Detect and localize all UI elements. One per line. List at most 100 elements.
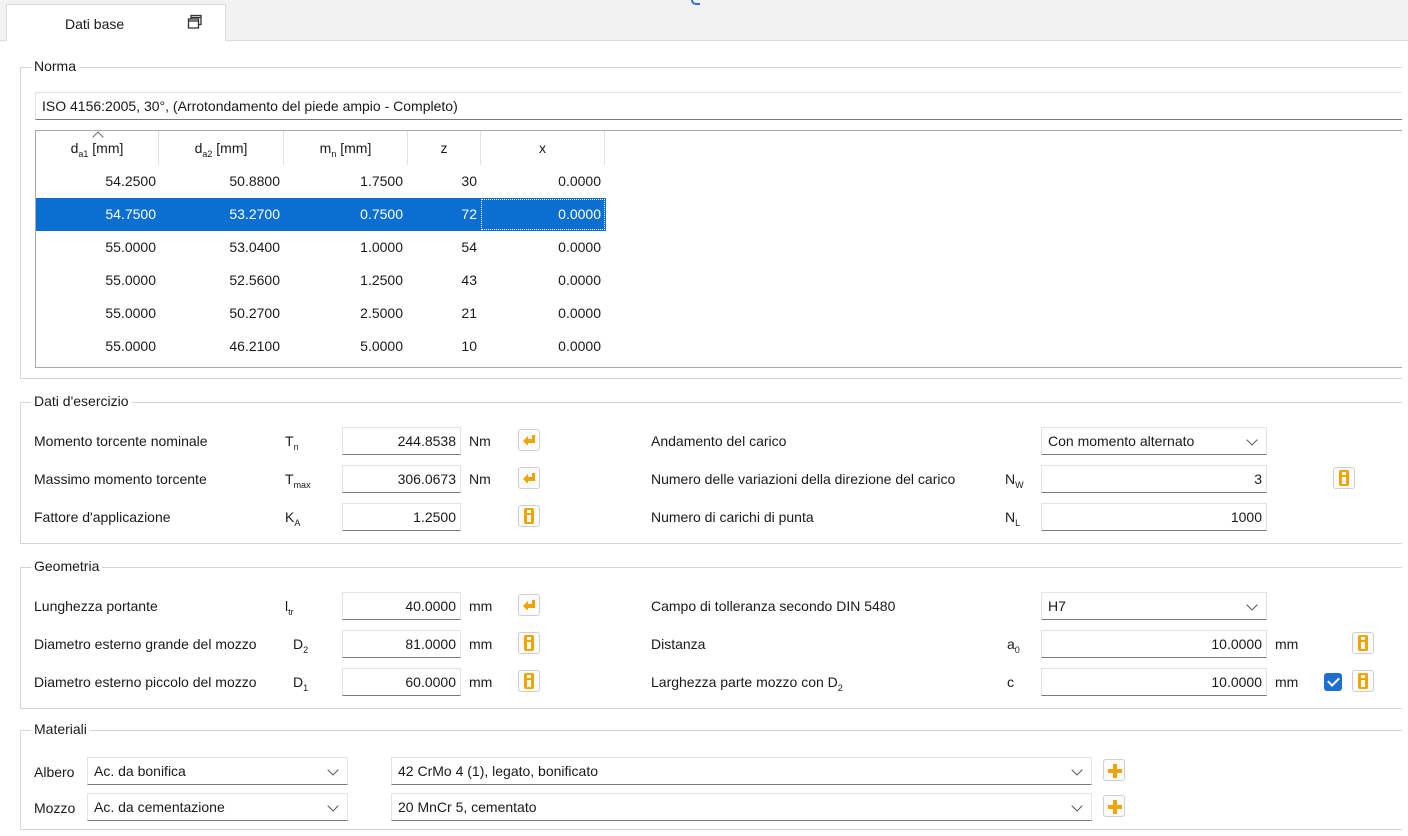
- shaft-add-material-button[interactable]: [1103, 759, 1125, 781]
- cell-mn: 1.7500: [360, 173, 403, 189]
- cell-da1: 55.0000: [105, 338, 156, 354]
- info-icon: [524, 673, 534, 689]
- cell-da2: 53.0400: [229, 239, 280, 255]
- torque-max-arrow-button[interactable]: [518, 467, 540, 489]
- cell-da2: 46.2100: [229, 338, 280, 354]
- bearing-length-arrow-button[interactable]: [518, 594, 540, 616]
- chevron-down-icon: [1246, 434, 1258, 446]
- table-row[interactable]: 55.0000 50.2700 2.5000 21 0.0000: [36, 297, 606, 330]
- geometria-group: Geometria Lunghezza portante ltr 40.0000…: [20, 558, 1402, 709]
- hub-material-select[interactable]: 20 MnCr 5, cementato: [391, 793, 1092, 821]
- bearing-length-field[interactable]: 40.0000: [342, 592, 461, 620]
- col-z-header[interactable]: z: [408, 131, 481, 165]
- hub-width-unit: mm: [1275, 674, 1299, 690]
- col-mn-header[interactable]: mn [mm]: [284, 131, 408, 165]
- hub-type-value: Ac. da cementazione: [94, 799, 225, 815]
- torque-nominal-arrow-button[interactable]: [518, 429, 540, 451]
- cell-mn: 1.0000: [360, 239, 403, 255]
- esercizio-title: Dati d'esercizio: [31, 393, 132, 409]
- cell-mn: 0.7500: [360, 206, 403, 222]
- chevron-down-icon: [327, 764, 339, 776]
- shaft-label: Albero: [34, 764, 75, 780]
- table-row[interactable]: 55.0000 53.0400 1.0000 54 0.0000: [36, 231, 606, 264]
- cell-x: 0.0000: [558, 305, 601, 321]
- standard-field[interactable]: ISO 4156:2005, 30°, (Arrotondamento del …: [35, 92, 1402, 120]
- table-header: da1 [mm] da2 [mm] mn [mm] z x: [36, 131, 606, 165]
- tab-bar: Dati base: [0, 0, 1408, 41]
- cell-da1: 55.0000: [105, 305, 156, 321]
- load-course-label: Andamento del carico: [651, 433, 787, 449]
- distance-unit: mm: [1275, 636, 1299, 652]
- col-x-header[interactable]: x: [481, 131, 605, 165]
- distance-info-button[interactable]: [1352, 632, 1374, 654]
- torque-max-symbol: Tmax: [285, 471, 311, 490]
- hub-d1-label: Diametro esterno piccolo del mozzo: [34, 674, 257, 690]
- standard-value: ISO 4156:2005, 30°, (Arrotondamento del …: [42, 98, 458, 114]
- bearing-length-label: Lunghezza portante: [34, 598, 158, 614]
- info-icon: [524, 508, 534, 524]
- tolerance-select[interactable]: H7: [1041, 592, 1267, 620]
- application-factor-info-button[interactable]: [518, 505, 540, 527]
- restore-window-icon[interactable]: [187, 14, 203, 30]
- chevron-down-icon: [1071, 800, 1083, 812]
- peak-loads-symbol: NL: [1005, 509, 1021, 528]
- cell-z: 72: [461, 206, 477, 222]
- hub-d1-field[interactable]: 60.0000: [342, 668, 461, 696]
- hub-width-info-button[interactable]: [1352, 670, 1374, 692]
- hub-d2-field[interactable]: 81.0000: [342, 630, 461, 658]
- chevron-down-icon: [1071, 764, 1083, 776]
- hub-d1-info-button[interactable]: [518, 670, 540, 692]
- application-factor-label: Fattore d'applicazione: [34, 509, 171, 525]
- hub-add-material-button[interactable]: [1103, 795, 1125, 817]
- chevron-down-icon: [327, 800, 339, 812]
- cell-da2: 50.8800: [229, 173, 280, 189]
- peak-loads-field[interactable]: 1000: [1041, 503, 1267, 531]
- hub-width-label: Larghezza parte mozzo con D2: [651, 674, 843, 693]
- distance-field[interactable]: 10.0000: [1041, 630, 1267, 658]
- torque-nominal-label: Momento torcente nominale: [34, 433, 208, 449]
- cell-z: 21: [461, 305, 477, 321]
- application-factor-symbol: KA: [285, 509, 301, 528]
- torque-nominal-field[interactable]: 244.8538: [342, 427, 461, 455]
- hub-d2-info-button[interactable]: [518, 632, 540, 654]
- cell-focus: [481, 199, 605, 230]
- gear-table[interactable]: da1 [mm] da2 [mm] mn [mm] z x 54.2500 50…: [35, 130, 1402, 368]
- cell-da1: 55.0000: [105, 239, 156, 255]
- hub-width-checkbox[interactable]: [1324, 673, 1342, 691]
- tolerance-field-label: Campo di tolleranza secondo DIN 5480: [651, 598, 896, 614]
- torque-max-unit: Nm: [469, 471, 491, 487]
- direction-changes-field[interactable]: 3: [1041, 465, 1267, 493]
- materiali-group: Materiali Albero Ac. da bonifica 42 CrMo…: [20, 721, 1402, 830]
- distance-symbol: a0: [1007, 636, 1020, 655]
- direction-changes-symbol: NW: [1005, 471, 1024, 490]
- plus-icon: [1108, 764, 1122, 778]
- norma-title: Norma: [31, 58, 80, 74]
- hub-type-select[interactable]: Ac. da cementazione: [87, 793, 348, 821]
- direction-changes-info-button[interactable]: [1333, 467, 1355, 489]
- bearing-length-symbol: ltr: [285, 598, 294, 617]
- arrow-left-icon: [523, 435, 535, 445]
- hub-d1-unit: mm: [469, 674, 493, 690]
- table-row[interactable]: 55.0000 46.2100 5.0000 10 0.0000: [36, 330, 606, 363]
- shaft-material-select[interactable]: 42 CrMo 4 (1), legato, bonificato: [391, 757, 1092, 785]
- info-icon: [1358, 673, 1368, 689]
- torque-max-field[interactable]: 306.0673: [342, 465, 461, 493]
- application-factor-field[interactable]: 1.2500: [342, 503, 461, 531]
- esercizio-group: Dati d'esercizio Momento torcente nomina…: [20, 393, 1402, 544]
- load-course-value: Con momento alternato: [1048, 433, 1195, 449]
- tab-dati-base[interactable]: Dati base: [6, 4, 226, 41]
- table-row[interactable]: 55.0000 52.5600 1.2500 43 0.0000: [36, 264, 606, 297]
- hub-width-field[interactable]: 10.0000: [1041, 668, 1267, 696]
- cell-da2: 52.5600: [229, 272, 280, 288]
- peak-loads-label: Numero di carichi di punta: [651, 509, 814, 525]
- cell-da1: 54.7500: [105, 206, 156, 222]
- norma-group: Norma ISO 4156:2005, 30°, (Arrotondament…: [20, 58, 1402, 379]
- load-course-select[interactable]: Con momento alternato: [1041, 427, 1267, 455]
- cell-mn: 2.5000: [360, 305, 403, 321]
- col-da2-header[interactable]: da2 [mm]: [159, 131, 284, 165]
- table-row[interactable]: 54.2500 50.8800 1.7500 30 0.0000: [36, 165, 606, 198]
- col-da1-header[interactable]: da1 [mm]: [36, 131, 159, 165]
- shaft-type-select[interactable]: Ac. da bonifica: [87, 757, 348, 785]
- table-row-selected[interactable]: 54.7500 53.2700 0.7500 72 0.0000: [36, 198, 606, 231]
- cell-da2: 50.2700: [229, 305, 280, 321]
